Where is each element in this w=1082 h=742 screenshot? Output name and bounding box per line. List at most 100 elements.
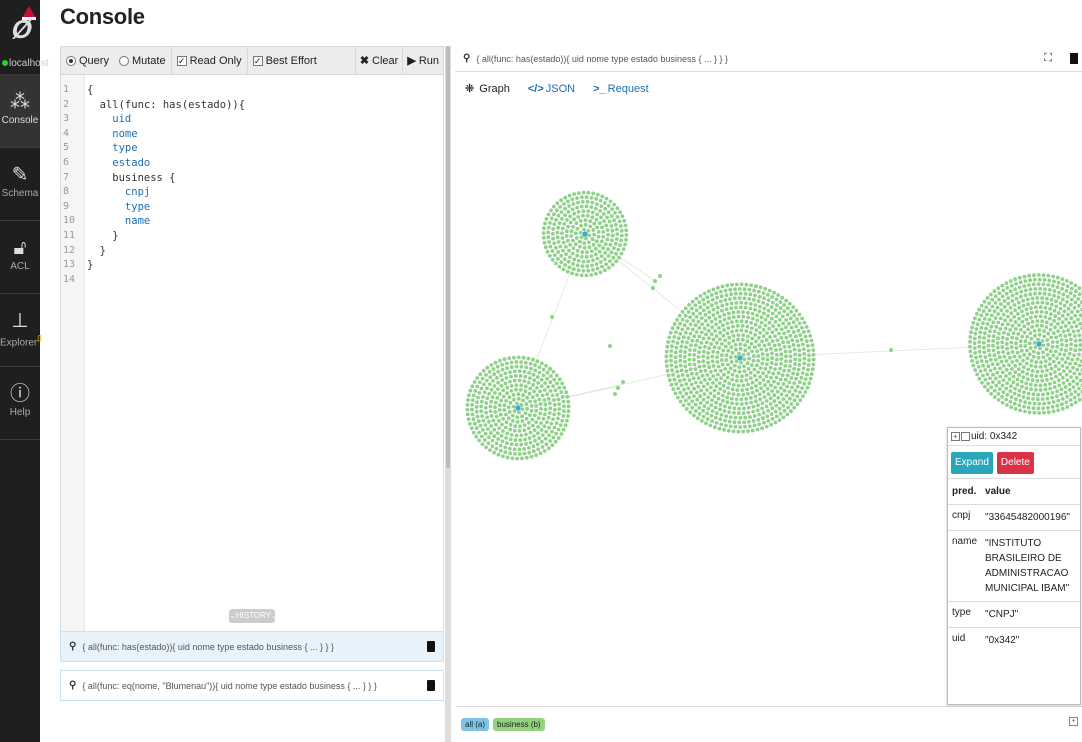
graph-node[interactable] [1076,328,1081,333]
graph-node[interactable] [991,372,995,377]
graph-node[interactable] [730,350,735,355]
graph-node[interactable] [761,378,766,382]
graph-node[interactable] [720,308,724,313]
graph-node[interactable] [669,353,673,358]
graph-node[interactable] [1064,400,1069,405]
graph-node[interactable] [692,386,696,391]
graph-node[interactable] [675,369,679,374]
graph-node[interactable] [584,195,589,200]
graph-node[interactable] [749,321,753,325]
graph-node[interactable] [561,427,566,432]
graph-node[interactable] [603,242,608,247]
graph-node[interactable] [977,340,982,344]
graph-node[interactable] [522,447,527,451]
graph-node[interactable] [727,316,731,320]
graph-node[interactable] [531,444,536,449]
graph-node[interactable] [1065,284,1070,289]
graph-node[interactable] [761,371,765,375]
graph-node[interactable] [599,254,604,258]
graph-node[interactable] [618,243,622,248]
graph-node[interactable] [1069,316,1074,321]
graph-node[interactable] [764,399,769,403]
graph-node[interactable] [510,413,515,418]
graph-node[interactable] [690,338,695,343]
graph-node[interactable] [554,245,558,250]
graph-node[interactable] [788,316,793,321]
graph-node[interactable] [670,368,674,373]
graph-node[interactable] [1003,318,1007,323]
graph-node[interactable] [728,297,732,301]
graph-node[interactable] [481,395,485,399]
graph-node[interactable] [503,381,508,386]
graph-node[interactable] [1013,320,1018,324]
graph-node[interactable] [624,233,629,237]
graph-node[interactable] [773,320,778,324]
graph-node[interactable] [569,229,574,234]
graph-node[interactable] [499,373,503,378]
graph-node[interactable] [501,454,505,459]
graph-node[interactable] [699,388,704,393]
graph-node[interactable] [756,403,760,408]
graph-node[interactable] [776,396,781,400]
graph-node[interactable] [1017,316,1021,321]
graph-node[interactable] [666,373,671,378]
graph-node[interactable] [1034,310,1039,314]
graph-node[interactable] [533,363,537,368]
graph-node[interactable] [702,326,707,331]
graph-node[interactable] [517,429,522,433]
graph-node[interactable] [738,425,743,429]
graph-node[interactable] [1024,386,1029,391]
graph-node[interactable] [600,194,605,199]
graph-node[interactable] [496,452,501,457]
graph-node[interactable] [767,370,771,374]
graph-node[interactable] [491,418,496,423]
graph-node[interactable] [495,431,500,435]
graph-node[interactable] [1036,337,1040,342]
graph-node[interactable] [591,242,596,247]
graph-node[interactable] [800,386,804,390]
graph-node[interactable] [1035,369,1040,374]
graph-node[interactable] [533,399,537,404]
graph-node[interactable] [679,344,684,349]
graph-node[interactable] [576,200,580,205]
graph-node[interactable] [774,362,779,367]
graph-node[interactable] [501,417,506,421]
graph-node[interactable] [482,382,486,387]
graph-node[interactable] [705,355,710,360]
graph-node[interactable] [499,412,503,417]
graph-node[interactable] [1075,309,1080,314]
graph-node[interactable] [622,218,627,223]
graph-node[interactable] [532,378,537,383]
graph-node[interactable] [579,254,584,259]
graph-node[interactable] [471,417,476,422]
graph-node[interactable] [1032,273,1036,278]
graph-node[interactable] [576,210,581,214]
graph-node[interactable] [544,442,549,447]
graph-node[interactable] [1029,306,1033,310]
graph-node[interactable] [470,384,475,389]
graph-node[interactable] [684,391,689,396]
graph-node[interactable] [517,447,522,452]
graph-node[interactable] [769,361,774,365]
graph-node[interactable] [594,262,599,266]
graph-node[interactable] [546,415,551,420]
graph-node[interactable] [526,380,531,385]
graph-node[interactable] [706,360,710,365]
graph-node[interactable] [987,317,992,322]
graph-node[interactable] [689,390,693,395]
pane-splitter[interactable] [445,46,451,742]
graph-node[interactable] [731,339,736,343]
graph-node[interactable] [619,251,624,256]
graph-node[interactable] [719,353,724,358]
graph-node[interactable] [1050,395,1054,400]
graph-node[interactable] [709,385,713,390]
graph-node[interactable] [685,319,690,323]
graph-node[interactable] [590,263,594,268]
graph-node[interactable] [1055,344,1060,349]
graph-node[interactable] [477,430,481,435]
graph-node[interactable] [684,407,689,411]
graph-node[interactable] [1015,358,1019,363]
graph-node[interactable] [530,423,535,428]
graph-node[interactable] [701,414,706,419]
graph-node[interactable] [690,299,695,304]
